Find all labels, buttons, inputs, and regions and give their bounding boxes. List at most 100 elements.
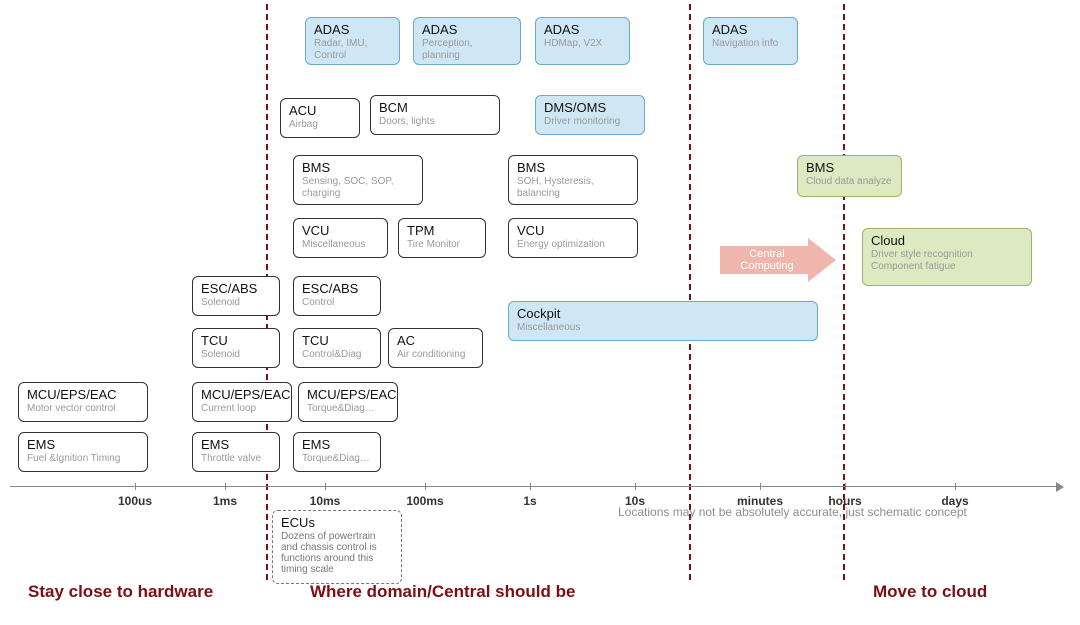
box-sub: Miscellaneous — [302, 239, 379, 251]
box-dms: DMS/OMS Driver monitoring — [535, 95, 645, 135]
time-axis — [10, 486, 1060, 487]
tick — [955, 483, 956, 490]
box-title: TPM — [407, 223, 477, 238]
tick — [135, 483, 136, 490]
box-sub: Motor vector control — [27, 403, 139, 415]
arrow-label: Central Computing — [726, 248, 808, 272]
box-sub: Perception, planning — [422, 38, 512, 62]
box-vcu-energy: VCU Energy optimization — [508, 218, 638, 258]
box-cockpit: Cockpit Miscellaneous — [508, 301, 818, 341]
box-sub: Doors, lights — [379, 116, 491, 128]
box-sub: Control&Diag — [302, 349, 372, 361]
box-title: AC — [397, 333, 474, 348]
ecu-note-sub: Dozens of powertrain and chassis control… — [281, 531, 393, 575]
box-cloud: Cloud Driver style recognition Component… — [862, 228, 1032, 286]
box-sub: Driver monitoring — [544, 116, 636, 128]
box-sub: Airbag — [289, 119, 351, 131]
box-title: BMS — [302, 160, 414, 175]
tick — [635, 483, 636, 490]
box-sub: Fuel &Ignition Timing — [27, 453, 139, 465]
box-mcu-torque: MCU/EPS/EAC Torque&Diag… — [298, 382, 398, 422]
box-ems-throttle: EMS Throttle valve — [192, 432, 280, 472]
box-title: ESC/ABS — [302, 281, 372, 296]
box-title: ESC/ABS — [201, 281, 271, 296]
tick — [225, 483, 226, 490]
box-tcu-solenoid: TCU Solenoid — [192, 328, 280, 368]
box-adas-hdmap: ADAS HDMap, V2X — [535, 17, 630, 65]
box-title: BCM — [379, 100, 491, 115]
ecu-note: ECUs Dozens of powertrain and chassis co… — [272, 510, 402, 584]
box-sub: Solenoid — [201, 297, 271, 309]
tick-label: 100ms — [406, 494, 443, 508]
box-sub: HDMap, V2X — [544, 38, 621, 50]
region-label-right: Move to cloud — [873, 582, 987, 602]
box-adas-radar: ADAS Radar, IMU, Control — [305, 17, 400, 65]
box-bms-soh: BMS SOH, Hysteresis, balancing — [508, 155, 638, 205]
box-title: ADAS — [422, 22, 512, 37]
tick — [845, 483, 846, 490]
box-sub: Navigation info — [712, 38, 789, 50]
box-title: BMS — [517, 160, 629, 175]
box-sub: Solenoid — [201, 349, 271, 361]
tick-label: 10ms — [310, 494, 341, 508]
tick — [530, 483, 531, 490]
box-title: Cloud — [871, 233, 1023, 248]
box-bcm: BCM Doors, lights — [370, 95, 500, 135]
box-title: TCU — [302, 333, 372, 348]
box-adas-nav: ADAS Navigation info — [703, 17, 798, 65]
ecu-note-title: ECUs — [281, 515, 393, 530]
box-title: ACU — [289, 103, 351, 118]
box-sub: Torque&Diag… — [302, 453, 372, 465]
box-title: EMS — [27, 437, 139, 452]
box-sub: Energy optimization — [517, 239, 629, 251]
box-ems-torque: EMS Torque&Diag… — [293, 432, 381, 472]
diagram-canvas: 100us 1ms 10ms 100ms 1s 10s minutes hour… — [0, 0, 1080, 625]
box-esc-solenoid: ESC/ABS Solenoid — [192, 276, 280, 316]
box-sub: Current loop — [201, 403, 283, 415]
box-title: EMS — [201, 437, 271, 452]
section-line-2 — [689, 4, 691, 580]
box-vcu-misc: VCU Miscellaneous — [293, 218, 388, 258]
box-tcu-control: TCU Control&Diag — [293, 328, 381, 368]
box-sub: Control — [302, 297, 372, 309]
box-sub: Miscellaneous — [517, 322, 809, 334]
box-title: EMS — [302, 437, 372, 452]
box-sub: Torque&Diag… — [307, 403, 389, 415]
box-bms-cloud: BMS Cloud data analyze — [797, 155, 902, 197]
box-acu: ACU Airbag — [280, 98, 360, 138]
accuracy-note: Locations may not be absolutely accurate… — [618, 505, 967, 519]
tick — [325, 483, 326, 490]
tick-label: 1s — [523, 494, 536, 508]
box-sub: Air conditioning — [397, 349, 474, 361]
central-computing-arrow: Central Computing — [720, 238, 840, 282]
tick-label: 100us — [118, 494, 152, 508]
box-mcu-vector: MCU/EPS/EAC Motor vector control — [18, 382, 148, 422]
box-title: ADAS — [712, 22, 789, 37]
box-adas-perception: ADAS Perception, planning — [413, 17, 521, 65]
box-sub: SOH, Hysteresis, balancing — [517, 176, 629, 200]
box-mcu-current: MCU/EPS/EAC Current loop — [192, 382, 292, 422]
box-sub: Sensing, SOC, SOP, charging — [302, 176, 414, 200]
region-label-left: Stay close to hardware — [28, 582, 213, 602]
box-sub: Radar, IMU, Control — [314, 38, 391, 62]
box-sub: Driver style recognition Component fatig… — [871, 249, 1023, 273]
box-sub: Throttle valve — [201, 453, 271, 465]
box-title: MCU/EPS/EAC — [201, 387, 283, 402]
box-title: TCU — [201, 333, 271, 348]
box-ac: AC Air conditioning — [388, 328, 483, 368]
tick-label: 1ms — [213, 494, 237, 508]
box-title: BMS — [806, 160, 893, 175]
box-title: ADAS — [544, 22, 621, 37]
box-title: ADAS — [314, 22, 391, 37]
box-title: Cockpit — [517, 306, 809, 321]
box-esc-control: ESC/ABS Control — [293, 276, 381, 316]
box-bms-sensing: BMS Sensing, SOC, SOP, charging — [293, 155, 423, 205]
tick — [760, 483, 761, 490]
box-title: MCU/EPS/EAC — [307, 387, 389, 402]
box-sub: Tire Monitor — [407, 239, 477, 251]
box-title: DMS/OMS — [544, 100, 636, 115]
box-tpm: TPM Tire Monitor — [398, 218, 486, 258]
axis-arrowhead — [1056, 482, 1064, 492]
tick — [425, 483, 426, 490]
box-ems-fuel: EMS Fuel &Ignition Timing — [18, 432, 148, 472]
